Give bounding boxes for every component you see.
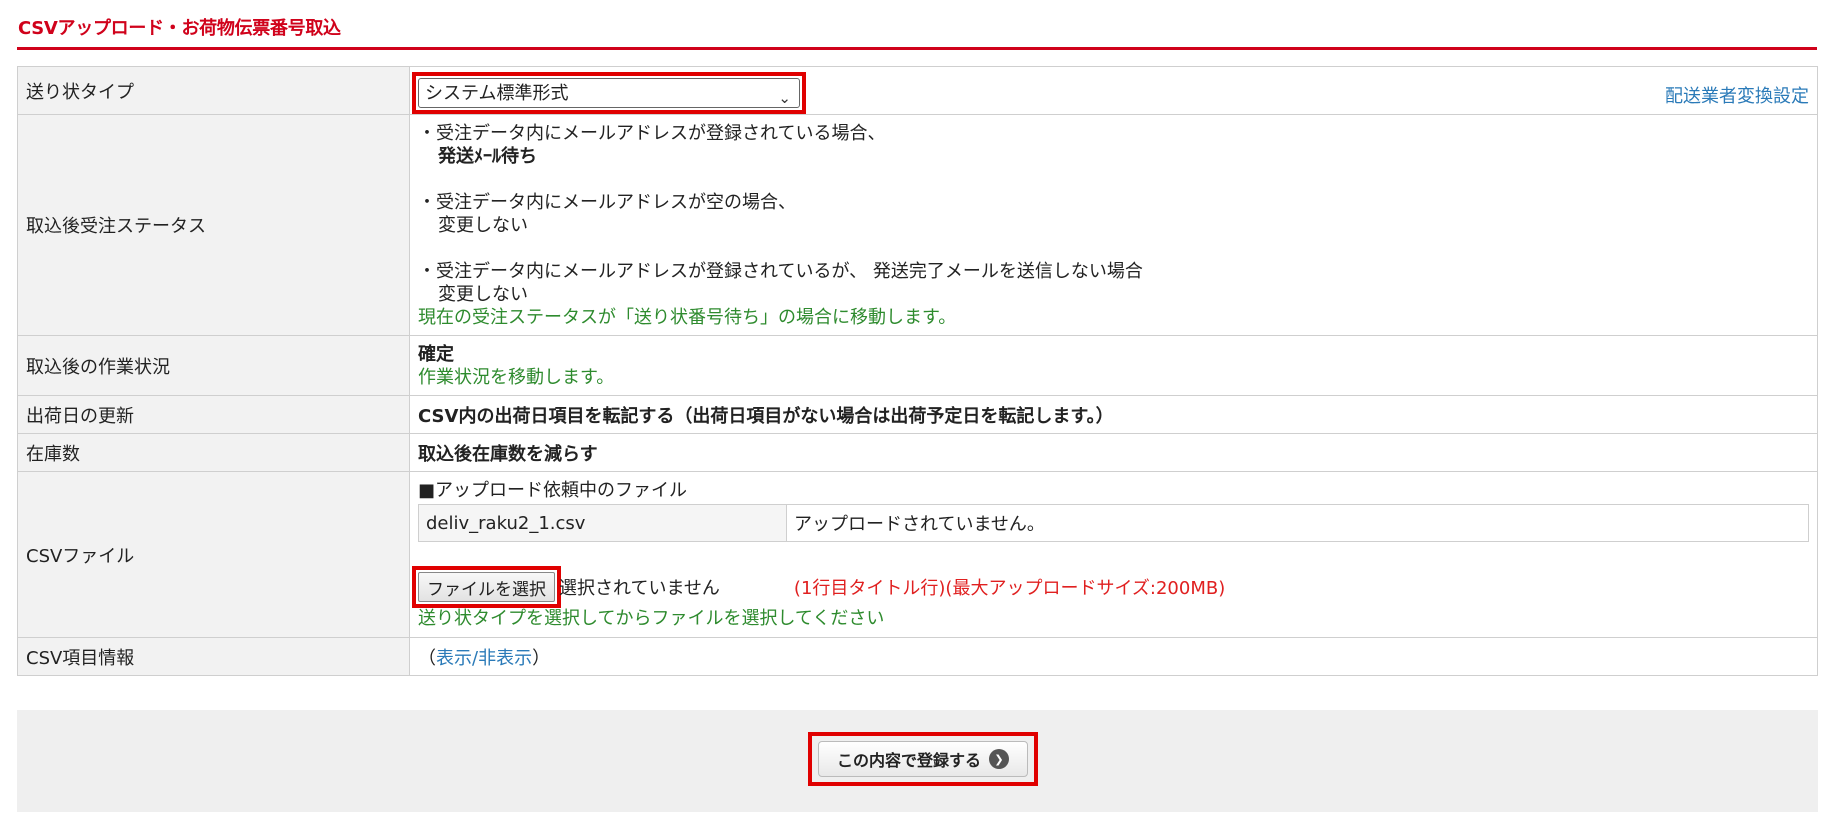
work-status-note: 作業状況を移動します。 (418, 366, 615, 388)
stock-label: 在庫数 (17, 433, 410, 472)
chevron-down-icon: ⌄ (778, 88, 791, 107)
row-stock: 在庫数 取込後在庫数を減らす (17, 433, 1818, 472)
row-invoice-type: 送り状タイプ 配送業者変換設定 システム標準形式 ⌄ (17, 66, 1818, 115)
ship-date-value: CSV内の出荷日項目を転記する（出荷日項目がない場合は出荷予定日を転記します。） (409, 395, 1818, 434)
work-status-label: 取込後の作業状況 (17, 335, 410, 396)
ship-date-label: 出荷日の更新 (17, 395, 410, 434)
csv-file-label: CSVファイル (17, 471, 410, 638)
choose-file-highlight: ファイルを選択 (412, 566, 561, 608)
invoice-type-select-highlight: システム標準形式 ⌄ (412, 71, 806, 114)
invoice-type-select[interactable]: システム標準形式 ⌄ (418, 77, 800, 108)
chevron-right-circle-icon: ❯ (989, 749, 1009, 769)
csv-info-toggle-link[interactable]: 表示/非表示 (436, 648, 532, 669)
invoice-type-selected-value: システム標準形式 (425, 82, 569, 104)
status-bullet-2-result: 変更しない (438, 214, 528, 236)
status-bullet-1: ・受注データ内にメールアドレスが登録されている場合、 (418, 122, 886, 144)
post-import-status-label: 取込後受注ステータス (17, 114, 410, 336)
pending-file-status: アップロードされていません。 (786, 504, 1809, 542)
csv-info-label: CSV項目情報 (17, 637, 410, 676)
status-bullet-1-result: 発送ﾒｰﾙ待ち (438, 145, 537, 167)
form-footer: この内容で登録する ❯ (17, 710, 1818, 812)
toggle-open-paren: （ (418, 647, 436, 669)
pending-files-table: deliv_raku2_1.csv アップロードされていません。 (418, 504, 1809, 542)
stock-value: 取込後在庫数を減らす (409, 433, 1818, 472)
invoice-type-label: 送り状タイプ (17, 66, 410, 115)
status-bullet-3-result: 変更しない (438, 283, 528, 305)
status-bullet-2: ・受注データ内にメールアドレスが空の場合、 (418, 191, 796, 213)
no-file-selected-text: 選択されていません (559, 578, 720, 599)
row-post-import-status: 取込後受注ステータス ・受注データ内にメールアドレスが登録されている場合、 発送… (17, 114, 1818, 336)
pending-file-name: deliv_raku2_1.csv (418, 504, 787, 542)
toggle-close-paren: ） (532, 647, 551, 669)
submit-button-label: この内容で登録する (836, 751, 981, 770)
upload-size-note: (1行目タイトル行)(最大アップロードサイズ:200MB) (793, 578, 1226, 599)
pending-files-heading: ■アップロード依頼中のファイル (418, 480, 688, 501)
pending-file-row: deliv_raku2_1.csv アップロードされていません。 (418, 504, 1809, 542)
file-select-hint: 送り状タイプを選択してからファイルを選択してください (418, 608, 885, 629)
page-title: CSVアップロード・お荷物伝票番号取込 (18, 18, 341, 39)
submit-button[interactable]: この内容で登録する ❯ (818, 741, 1028, 777)
row-csv-info: CSV項目情報 （表示/非表示） (17, 637, 1818, 676)
file-select-row: ファイルを選択 選択されていません (1行目タイトル行)(最大アップロードサイズ… (412, 566, 1809, 608)
title-divider (17, 47, 1817, 50)
work-status-value: 確定 (418, 343, 454, 365)
row-ship-date: 出荷日の更新 CSV内の出荷日項目を転記する（出荷日項目がない場合は出荷予定日を… (17, 395, 1818, 434)
status-note: 現在の受注ステータスが「送り状番号待ち」の場合に移動します。 (418, 306, 957, 328)
submit-highlight: この内容で登録する ❯ (808, 732, 1038, 786)
status-bullet-3: ・受注データ内にメールアドレスが登録されているが、 発送完了メールを送信しない場… (418, 260, 1143, 282)
row-work-status: 取込後の作業状況 確定 作業状況を移動します。 (17, 335, 1818, 396)
carrier-conversion-link[interactable]: 配送業者変換設定 (1665, 82, 1809, 108)
row-csv-file: CSVファイル ■アップロード依頼中のファイル deliv_raku2_1.cs… (17, 471, 1818, 638)
choose-file-button[interactable]: ファイルを選択 (418, 572, 555, 602)
upload-form-table: 送り状タイプ 配送業者変換設定 システム標準形式 ⌄ 取込後受注ステータス ・受… (17, 66, 1818, 676)
